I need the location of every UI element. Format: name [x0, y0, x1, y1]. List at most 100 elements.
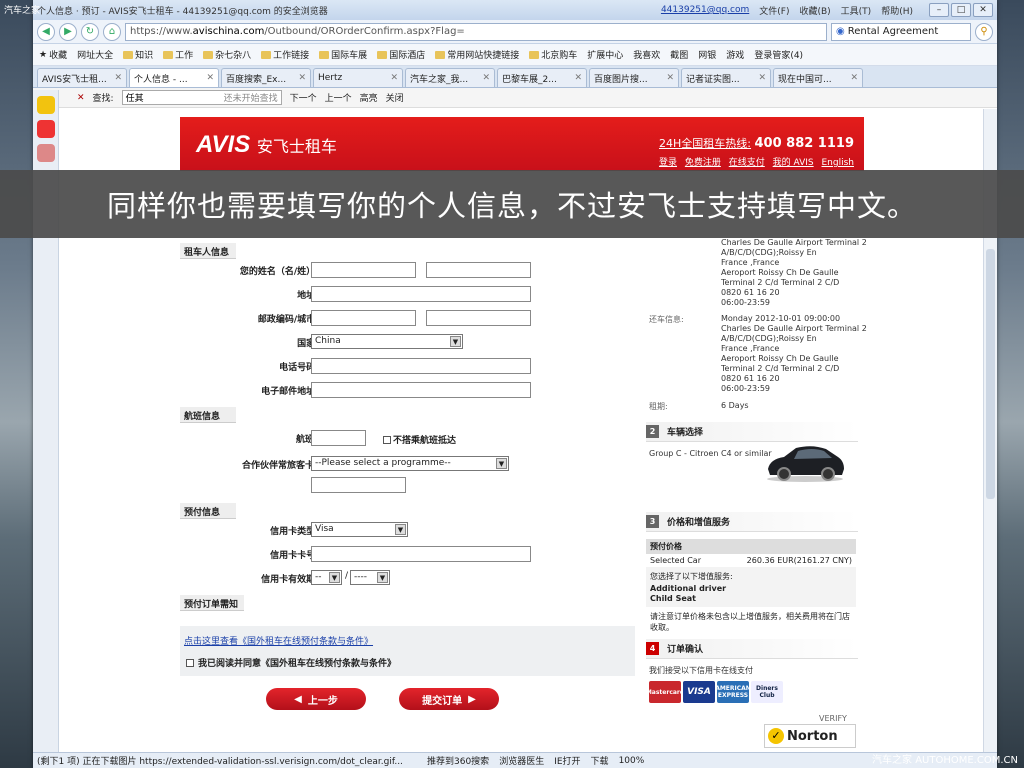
- expiry-year-select[interactable]: ---- ▼: [350, 570, 390, 585]
- search-icon[interactable]: ⚲: [975, 22, 993, 41]
- address-field[interactable]: [311, 286, 531, 302]
- tab[interactable]: 百度搜索_Ex... ✕: [221, 68, 311, 87]
- close-icon[interactable]: ✕: [973, 3, 993, 17]
- tab-close-icon[interactable]: ✕: [206, 73, 214, 83]
- back-icon[interactable]: ◀: [37, 22, 55, 41]
- fav-item[interactable]: 国际车展: [319, 48, 367, 61]
- phone-field[interactable]: [311, 358, 531, 374]
- fav-item[interactable]: 国际酒店: [377, 48, 425, 61]
- terms-link[interactable]: 点击这里查看《国外租车在线预付条款与条件》: [184, 634, 373, 647]
- english-link[interactable]: English: [822, 158, 855, 168]
- tab-close-icon[interactable]: ✕: [666, 73, 674, 83]
- find-next-button[interactable]: 下一个: [290, 91, 317, 104]
- menu-file[interactable]: 文件(F): [759, 4, 789, 17]
- download-button[interactable]: 下载: [591, 754, 609, 767]
- postcode-field[interactable]: [311, 310, 416, 326]
- partner-select[interactable]: --Please select a programme-- ▼: [311, 456, 509, 471]
- maximize-icon[interactable]: □: [951, 3, 971, 17]
- prepay-label: 预付价格: [646, 539, 856, 554]
- chevron-down-icon: ▼: [329, 572, 340, 583]
- refresh-icon[interactable]: ↻: [81, 22, 99, 41]
- email-field[interactable]: [311, 382, 531, 398]
- fav-item[interactable]: 游戏: [726, 48, 744, 61]
- fav-item[interactable]: 杂七杂八: [203, 48, 251, 61]
- register-link[interactable]: 免费注册: [685, 158, 721, 168]
- tab[interactable]: 现在中国可... ✕: [773, 68, 863, 87]
- scroll-thumb[interactable]: [986, 249, 995, 499]
- app-icon[interactable]: [36, 144, 55, 162]
- tab[interactable]: AVIS安飞士租... ✕: [37, 68, 127, 87]
- terms-agree[interactable]: 我已阅读并同意《国外租车在线预付条款与条件》: [186, 656, 396, 669]
- minimize-icon[interactable]: –: [929, 3, 949, 17]
- card-number-field[interactable]: [311, 546, 531, 562]
- menu-favorites[interactable]: 收藏(B): [799, 4, 830, 17]
- fav-item[interactable]: 截图: [670, 48, 688, 61]
- tab-close-icon[interactable]: ✕: [298, 73, 306, 83]
- fav-item[interactable]: 工作: [163, 48, 193, 61]
- pay-online-link[interactable]: 在线支付: [729, 158, 765, 168]
- addons-intro: 您选择了以下增值服务:: [650, 572, 733, 581]
- fav-item[interactable]: 扩展中心: [587, 48, 623, 61]
- prev-button[interactable]: ◀ 上一步: [266, 688, 366, 710]
- find-prev-button[interactable]: 上一个: [325, 91, 352, 104]
- flight-number-field[interactable]: [311, 430, 366, 446]
- fav-item[interactable]: 常用网站快捷链接: [435, 48, 519, 61]
- tab-close-icon[interactable]: ✕: [390, 73, 398, 83]
- tab[interactable]: 记者证实图... ✕: [681, 68, 771, 87]
- search-input[interactable]: ◉ Rental Agreement: [831, 22, 971, 41]
- fav-item[interactable]: 工作链接: [261, 48, 309, 61]
- home-icon[interactable]: ⌂: [103, 22, 121, 41]
- tab[interactable]: 巴黎车展_2... ✕: [497, 68, 587, 87]
- fav-item[interactable]: 北京购车: [529, 48, 577, 61]
- weibo-icon[interactable]: [36, 120, 55, 138]
- fav-item[interactable]: ★ 收藏: [39, 48, 67, 62]
- first-name-field[interactable]: [311, 262, 416, 278]
- star-icon[interactable]: [36, 96, 55, 114]
- addon-note: 请注意订单价格未包含以上增值服务，相关费用将在门店收取。: [646, 607, 856, 637]
- country-select[interactable]: China ▼: [311, 334, 463, 349]
- find-input[interactable]: 任其 还未开始查找: [121, 90, 282, 105]
- tab-close-icon[interactable]: ✕: [482, 73, 490, 83]
- card-type-select[interactable]: Visa ▼: [311, 522, 408, 537]
- fav-item[interactable]: 登录管家(4): [754, 48, 803, 61]
- expiry-month-select[interactable]: -- ▼: [311, 570, 342, 585]
- payment-section: 预付信息: [180, 503, 236, 519]
- tab-close-icon[interactable]: ✕: [850, 73, 858, 83]
- tab[interactable]: Hertz ✕: [313, 68, 403, 87]
- last-name-field[interactable]: [426, 262, 531, 278]
- forward-icon[interactable]: ▶: [59, 22, 77, 41]
- fav-item[interactable]: 知识: [123, 48, 153, 61]
- tab-active[interactable]: 个人信息 - ... ✕: [129, 68, 219, 87]
- url-path: /Outbound/OROrderConfirm.aspx?Flag=: [264, 26, 465, 37]
- zoom-level[interactable]: 100%: [619, 756, 645, 766]
- find-close-icon[interactable]: ✕: [77, 93, 85, 103]
- fav-item[interactable]: 我喜欢: [633, 48, 660, 61]
- submit-button[interactable]: 提交订单 ▶: [399, 688, 499, 710]
- window-title: 个人信息 · 预订 - AVIS安飞士租车 - 44139251@qq.com …: [37, 6, 328, 17]
- recommend-button[interactable]: 推荐到360搜索: [427, 754, 489, 767]
- tab-close-icon[interactable]: ✕: [114, 73, 122, 83]
- partner-card-field[interactable]: [311, 477, 406, 493]
- user-email[interactable]: 44139251@qq.com: [661, 5, 749, 15]
- norton-badge[interactable]: ✓ Norton: [764, 724, 856, 748]
- menu-help[interactable]: 帮助(H): [881, 4, 913, 17]
- city-field[interactable]: [426, 310, 531, 326]
- fav-item[interactable]: 网银: [698, 48, 716, 61]
- my-avis-link[interactable]: 我的 AVIS: [773, 158, 814, 168]
- tab-label: Hertz: [318, 73, 343, 83]
- find-value: 任其: [125, 94, 144, 104]
- tab-close-icon[interactable]: ✕: [758, 73, 766, 83]
- login-link[interactable]: 登录: [659, 158, 677, 168]
- find-close-button[interactable]: 关闭: [386, 91, 404, 104]
- fav-item[interactable]: 网址大全: [77, 48, 113, 61]
- ie-open-button[interactable]: IE打开: [554, 754, 580, 767]
- tab[interactable]: 汽车之家_我... ✕: [405, 68, 495, 87]
- find-highlight-button[interactable]: 高亮: [360, 91, 378, 104]
- browser-doctor-button[interactable]: 浏览器医生: [499, 754, 544, 767]
- url-input[interactable]: https://www. avischina.com/Outbound/OROrd…: [125, 22, 827, 41]
- menu-tools[interactable]: 工具(T): [841, 4, 872, 17]
- tab[interactable]: 百度图片搜... ✕: [589, 68, 679, 87]
- avis-logo[interactable]: AVIS 安飞士租车: [196, 131, 337, 159]
- no-flight-option[interactable]: 不搭乘航班抵达: [383, 433, 456, 446]
- tab-close-icon[interactable]: ✕: [574, 73, 582, 83]
